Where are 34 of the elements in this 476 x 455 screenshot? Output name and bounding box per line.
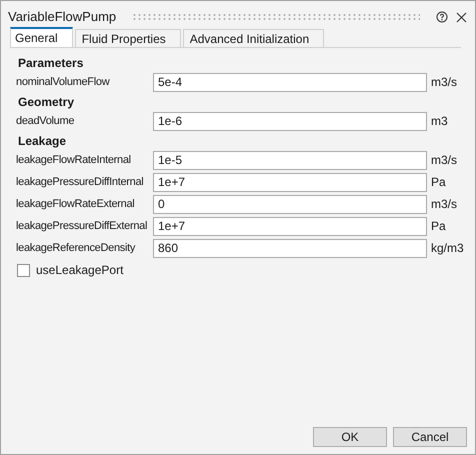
input-field[interactable]: 0: [153, 194, 427, 214]
input-field[interactable]: 1e-5: [153, 150, 427, 170]
cancel-button[interactable]: Cancel: [393, 427, 467, 447]
input-field[interactable]: 5e-4: [153, 72, 427, 92]
field-label: leakagePressureDiffExternal: [16, 218, 148, 234]
checkbox-label: useLeakagePort: [36, 262, 124, 279]
unit-label: m3/s: [431, 74, 458, 91]
field-label: leakagePressureDiffInternal: [16, 174, 144, 190]
input-field[interactable]: 860: [153, 238, 427, 258]
unit-label: m3: [431, 113, 448, 130]
field-label: nominalVolumeFlow: [16, 74, 111, 90]
window-title: VariableFlowPump: [8, 8, 116, 26]
field-label: leakageFlowRateExternal: [16, 196, 136, 212]
input-field[interactable]: 1e+7: [153, 216, 427, 236]
tab[interactable]: General: [10, 27, 73, 47]
section-heading: Parameters: [18, 54, 84, 72]
field-label: deadVolume: [16, 114, 76, 129]
unit-label: Pa: [431, 174, 446, 191]
checkbox[interactable]: [17, 264, 30, 276]
tab[interactable]: Fluid Properties: [74, 29, 181, 47]
unit-label: Pa: [431, 218, 446, 235]
field-label: leakageFlowRateInternal: [16, 152, 132, 168]
input-field[interactable]: 1e+7: [153, 172, 427, 192]
ok-button[interactable]: OK: [313, 427, 387, 447]
unit-label: kg/m3: [431, 240, 464, 257]
input-field[interactable]: 1e-6: [153, 112, 427, 130]
unit-label: m3/s: [431, 196, 458, 213]
section-heading: Leakage: [18, 132, 66, 150]
help-icon[interactable]: [436, 11, 448, 23]
close-icon[interactable]: [456, 12, 467, 22]
unit-label: m3/s: [431, 152, 458, 169]
tab[interactable]: Advanced Initialization: [182, 29, 324, 47]
field-label: leakageReferenceDensity: [16, 240, 136, 256]
section-heading: Geometry: [18, 94, 74, 110]
